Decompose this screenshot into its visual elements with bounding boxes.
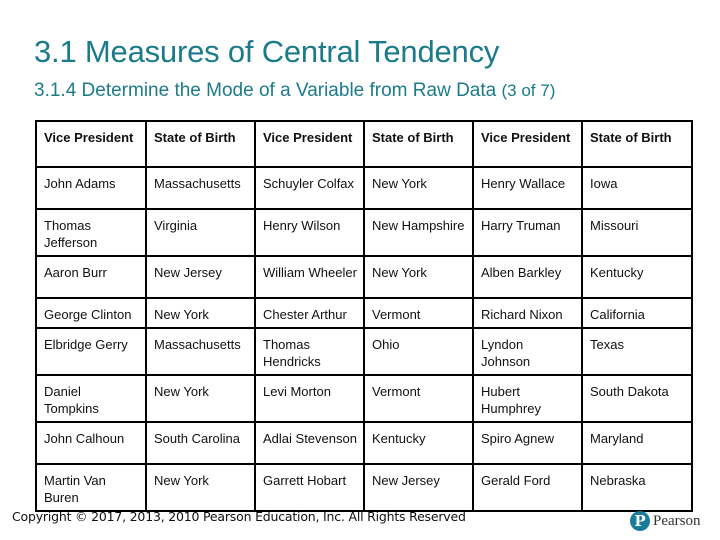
table-cell: John Adams — [35, 166, 147, 210]
table-cell: Richard Nixon — [472, 297, 583, 329]
table-cell: New York — [363, 255, 474, 299]
table-cell: Levi Morton — [254, 374, 365, 423]
table-cell: Daniel Tompkins — [35, 374, 147, 423]
table-cell: Kentucky — [581, 255, 693, 299]
table-cell: Chester Arthur — [254, 297, 365, 329]
table-row: John Calhoun South Carolina Adlai Steven… — [35, 421, 693, 465]
table-cell: Henry Wallace — [472, 166, 583, 210]
table-cell: South Carolina — [145, 421, 256, 465]
table-row: Elbridge Gerry Massachusetts Thomas Hend… — [35, 327, 693, 376]
table-row: John Adams Massachusetts Schuyler Colfax… — [35, 166, 693, 210]
table-cell: Texas — [581, 327, 693, 376]
table-cell: Thomas Jefferson — [35, 208, 147, 257]
table-cell: Spiro Agnew — [472, 421, 583, 465]
table-cell: New Jersey — [363, 463, 474, 512]
table-cell: New Hampshire — [363, 208, 474, 257]
table-cell: Lyndon Johnson — [472, 327, 583, 376]
table-cell: William Wheeler — [254, 255, 365, 299]
table-cell: Henry Wilson — [254, 208, 365, 257]
table-cell: Massachusetts — [145, 327, 256, 376]
table-cell: South Dakota — [581, 374, 693, 423]
table-cell: New York — [363, 166, 474, 210]
table-cell: Virginia — [145, 208, 256, 257]
table-cell: Missouri — [581, 208, 693, 257]
table-cell: Massachusetts — [145, 166, 256, 210]
table-cell: Garrett Hobart — [254, 463, 365, 512]
header-cell: State of Birth — [145, 120, 256, 168]
table-cell: Aaron Burr — [35, 255, 147, 299]
table-cell: California — [581, 297, 693, 329]
table-cell: Gerald Ford — [472, 463, 583, 512]
table-row: George Clinton New York Chester Arthur V… — [35, 297, 693, 329]
header-cell: Vice President — [35, 120, 147, 168]
table-row: Martin Van Buren New York Garrett Hobart… — [35, 463, 693, 512]
table-cell: Kentucky — [363, 421, 474, 465]
table-cell: Elbridge Gerry — [35, 327, 147, 376]
header-cell: State of Birth — [363, 120, 474, 168]
table-row: Daniel Tompkins New York Levi Morton Ver… — [35, 374, 693, 423]
slide-subtitle: 3.1.4 Determine the Mode of a Variable f… — [34, 80, 555, 102]
table-cell: New York — [145, 463, 256, 512]
table-cell: Vermont — [363, 297, 474, 329]
table-cell: John Calhoun — [35, 421, 147, 465]
copyright-notice: Copyright © 2017, 2013, 2010 Pearson Edu… — [12, 509, 466, 524]
header-cell: Vice President — [254, 120, 365, 168]
table-cell: Vermont — [363, 374, 474, 423]
vice-president-table: Vice President State of Birth Vice Presi… — [35, 120, 693, 512]
table-cell: George Clinton — [35, 297, 147, 329]
table-cell: Thomas Hendricks — [254, 327, 365, 376]
table-cell: Iowa — [581, 166, 693, 210]
slide-title: 3.1 Measures of Central Tendency — [34, 34, 500, 69]
table-cell: New York — [145, 297, 256, 329]
table-header-row: Vice President State of Birth Vice Presi… — [35, 120, 693, 168]
table-cell: Martin Van Buren — [35, 463, 147, 512]
table-cell: Adlai Stevenson — [254, 421, 365, 465]
subtitle-text: 3.1.4 Determine the Mode of a Variable f… — [34, 80, 497, 101]
table-cell: New York — [145, 374, 256, 423]
table-cell: Ohio — [363, 327, 474, 376]
table-cell: Nebraska — [581, 463, 693, 512]
table-row: Thomas Jefferson Virginia Henry Wilson N… — [35, 208, 693, 257]
table-cell: New Jersey — [145, 255, 256, 299]
table-row: Aaron Burr New Jersey William Wheeler Ne… — [35, 255, 693, 299]
table-cell: Maryland — [581, 421, 693, 465]
header-cell: State of Birth — [581, 120, 693, 168]
subtitle-part-indicator: (3 of 7) — [501, 81, 556, 100]
table-cell: Hubert Humphrey — [472, 374, 583, 423]
table-cell: Alben Barkley — [472, 255, 583, 299]
pearson-logo-icon: P — [630, 511, 650, 531]
pearson-logo: P Pearson — [630, 511, 701, 531]
table-cell: Schuyler Colfax — [254, 166, 365, 210]
table-cell: Harry Truman — [472, 208, 583, 257]
header-cell: Vice President — [472, 120, 583, 168]
pearson-logo-text: Pearson — [653, 512, 701, 529]
